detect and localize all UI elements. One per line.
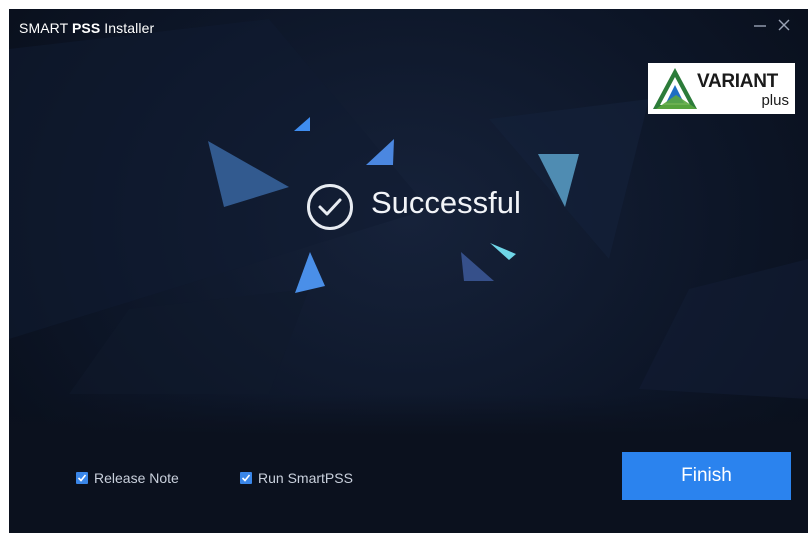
decor-triangle	[490, 243, 516, 260]
logo-subtext: plus	[761, 92, 789, 109]
release-note-label: Release Note	[94, 470, 179, 486]
window-title: SMART PSS Installer	[19, 20, 154, 36]
decor-triangle	[461, 252, 494, 281]
run-smartpss-checkbox[interactable]	[240, 472, 252, 484]
minimize-button[interactable]	[751, 17, 769, 35]
status-message: Successful	[371, 185, 521, 220]
check-circle-icon	[307, 184, 353, 230]
close-button[interactable]	[775, 17, 793, 35]
title-suffix: Installer	[100, 20, 155, 36]
checkmark-icon	[241, 474, 251, 482]
checkmark-icon	[77, 474, 87, 482]
title-bar: SMART PSS Installer	[9, 9, 808, 47]
run-smartpss-option[interactable]: Run SmartPSS	[240, 470, 353, 486]
decor-triangle	[295, 252, 325, 293]
minimize-icon	[754, 25, 766, 27]
release-note-option[interactable]: Release Note	[76, 470, 179, 486]
installer-window: SMART PSS Installer VARIANT plus Success…	[9, 9, 808, 533]
variant-plus-logo: VARIANT plus	[648, 63, 795, 114]
run-smartpss-label: Run SmartPSS	[258, 470, 353, 486]
logo-text: VARIANT	[697, 71, 778, 92]
bg-shape	[639, 259, 808, 399]
release-note-checkbox[interactable]	[76, 472, 88, 484]
logo-triangle-icon	[653, 68, 697, 109]
close-icon	[778, 19, 790, 31]
title-brand: PSS	[71, 20, 101, 36]
title-prefix: SMART	[19, 20, 72, 36]
finish-button[interactable]: Finish	[622, 452, 791, 500]
